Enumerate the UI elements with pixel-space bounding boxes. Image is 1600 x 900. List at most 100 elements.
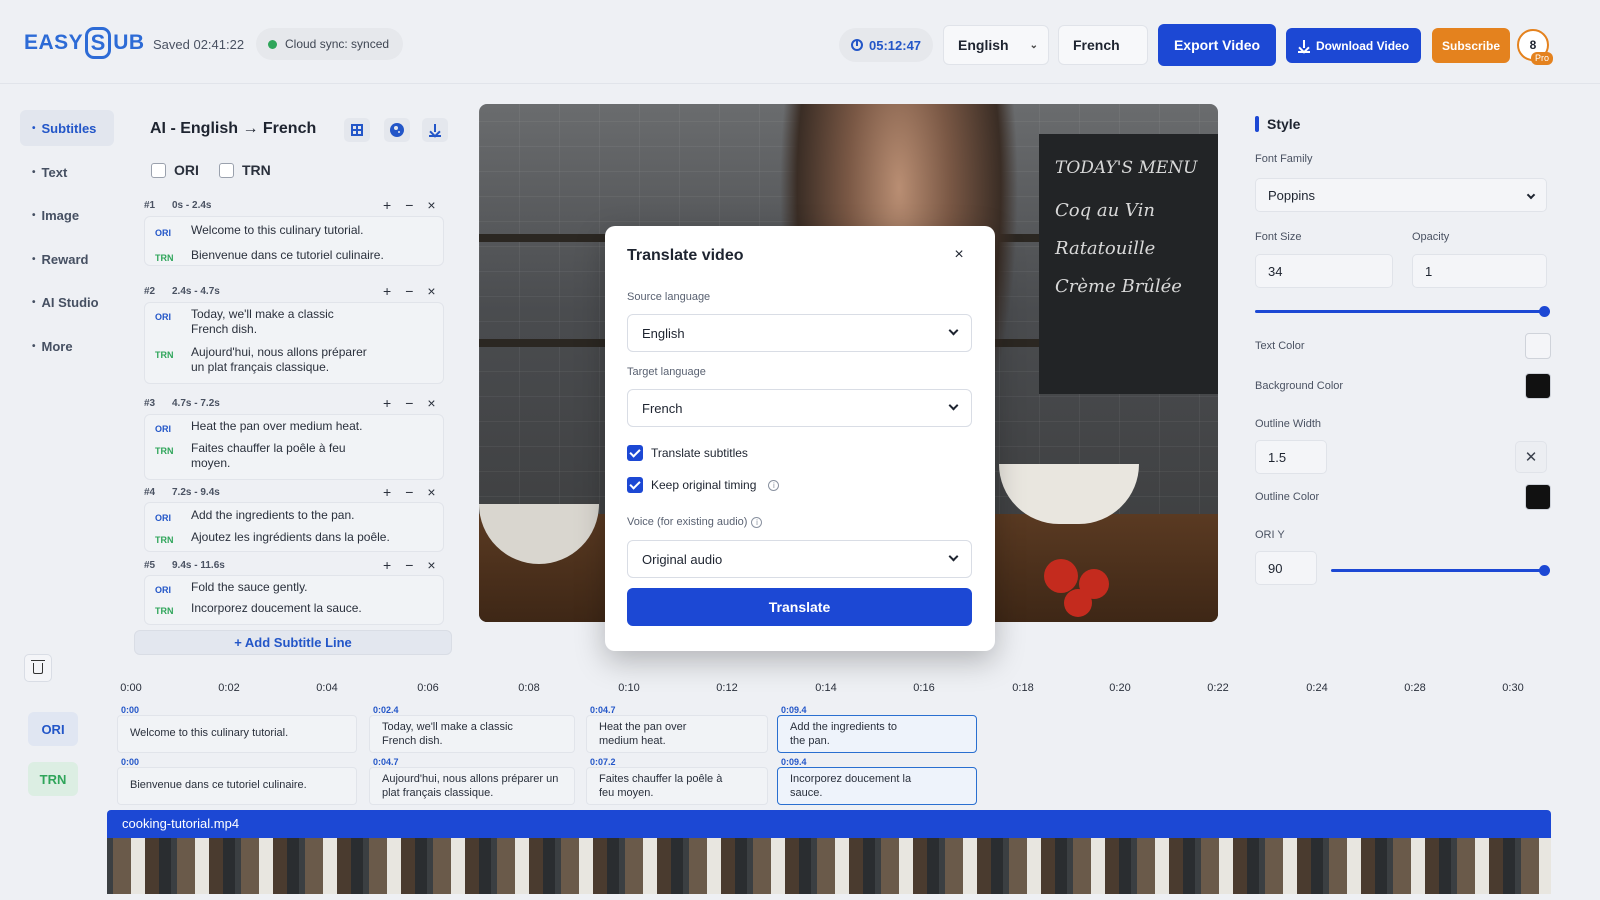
time-tick: 0:04 bbox=[316, 682, 338, 694]
add-subtitle-line-button[interactable]: + Add Subtitle Line bbox=[134, 630, 452, 655]
close-icon[interactable]: × bbox=[427, 197, 435, 213]
time-tick: 0:28 bbox=[1404, 682, 1426, 694]
ori-filter-checkbox[interactable]: ORI bbox=[151, 162, 199, 178]
plus-icon[interactable]: + bbox=[383, 283, 391, 299]
voice-dropdown[interactable]: Original audio bbox=[627, 540, 972, 578]
translate-subtitles-checkbox[interactable]: Translate subtitles bbox=[627, 445, 748, 461]
source-language-select[interactable]: English ⌄ bbox=[943, 25, 1049, 65]
download-icon bbox=[429, 124, 441, 137]
minus-icon[interactable]: − bbox=[405, 395, 413, 411]
minus-icon[interactable]: − bbox=[405, 484, 413, 500]
chevron-down-icon bbox=[948, 325, 959, 336]
plus-icon[interactable]: + bbox=[383, 395, 391, 411]
close-icon[interactable]: × bbox=[427, 484, 435, 500]
download-video-button[interactable]: Download Video bbox=[1286, 28, 1421, 63]
voice-value: Original audio bbox=[642, 551, 723, 567]
close-icon[interactable]: × bbox=[427, 283, 435, 299]
layout-button[interactable] bbox=[344, 118, 370, 142]
outline-color-label: Outline Color bbox=[1255, 491, 1320, 503]
translate-dialog: Translate video × Source language Englis… bbox=[605, 226, 995, 651]
time-tick: 0:18 bbox=[1012, 682, 1034, 694]
minus-icon[interactable]: − bbox=[405, 557, 413, 573]
video-track-header[interactable]: cooking-tutorial.mp4 bbox=[107, 810, 1551, 838]
style-panel-title: Style bbox=[1255, 116, 1300, 132]
export-video-button[interactable]: Export Video bbox=[1158, 24, 1276, 66]
entry-number: #1 bbox=[144, 200, 156, 211]
outline-width-input[interactable]: 1.5 bbox=[1255, 440, 1327, 474]
keep-timing-checkbox[interactable]: Keep original timing i bbox=[627, 477, 780, 493]
ori-track-label[interactable]: ORI bbox=[28, 712, 78, 746]
list-item[interactable]: ORI Heat the pan over medium heat. TRN Fai… bbox=[144, 414, 444, 480]
delete-button[interactable] bbox=[24, 654, 52, 682]
opacity-slider-handle[interactable] bbox=[1539, 306, 1550, 317]
source-language-dropdown[interactable]: English bbox=[627, 314, 972, 352]
nav-item-ai-studio[interactable]: • AI Studio bbox=[20, 284, 114, 320]
trn-track-label[interactable]: TRN bbox=[28, 762, 78, 796]
ori-y-slider-track[interactable] bbox=[1331, 569, 1545, 572]
ori-tag: ORI bbox=[155, 585, 172, 595]
trn-filter-checkbox[interactable]: TRN bbox=[219, 162, 271, 178]
video-filmstrip[interactable] bbox=[107, 838, 1551, 894]
trn-clip[interactable]: Faites chauffer la poêle à feu moyen. bbox=[586, 767, 768, 805]
font-family-select[interactable]: Poppins bbox=[1255, 178, 1547, 212]
background-color-swatch[interactable] bbox=[1525, 373, 1551, 399]
ori-y-input[interactable]: 90 bbox=[1255, 551, 1317, 585]
subscribe-button[interactable]: Subscribe bbox=[1432, 28, 1510, 63]
list-item[interactable]: ORI Fold the sauce gently. TRN Incorporez … bbox=[144, 575, 444, 625]
outline-color-swatch[interactable] bbox=[1525, 484, 1551, 510]
bullet-icon: • bbox=[32, 340, 36, 352]
nav-label: Subtitles bbox=[41, 120, 97, 136]
ori-clip[interactable]: Today, we'll make a classic French dish. bbox=[369, 715, 575, 753]
ori-clip[interactable]: Welcome to this culinary tutorial. bbox=[117, 715, 357, 753]
trn-text: Aujourd'hui, nous allons préparer un pla… bbox=[191, 345, 367, 374]
logo-text-right: UB bbox=[113, 31, 145, 54]
target-language-dropdown[interactable]: French bbox=[627, 389, 972, 427]
nav-item-image[interactable]: • Image bbox=[20, 197, 114, 233]
opacity-input[interactable]: 1 bbox=[1412, 254, 1547, 288]
translate-button[interactable]: Translate bbox=[627, 588, 972, 626]
clip-time: 0:04.7 bbox=[590, 705, 616, 715]
ori-tag: ORI bbox=[155, 424, 172, 434]
ori-text: Add the ingredients to the pan. bbox=[191, 508, 355, 522]
video-tomato bbox=[1064, 589, 1092, 617]
info-icon[interactable]: i bbox=[768, 479, 780, 491]
style-button[interactable] bbox=[384, 118, 410, 142]
trn-clip-selected[interactable]: Incorporez doucement la sauce. bbox=[777, 767, 977, 805]
cloud-sync-status: Cloud sync: synced bbox=[256, 28, 404, 60]
plus-icon[interactable]: + bbox=[383, 557, 391, 573]
text-color-label: Text Color bbox=[1255, 340, 1305, 352]
clock-icon bbox=[851, 39, 863, 51]
ori-y-slider-handle[interactable] bbox=[1539, 565, 1550, 576]
info-icon[interactable]: i bbox=[751, 516, 763, 528]
grid-icon bbox=[351, 124, 363, 136]
nav-item-text[interactable]: • Text bbox=[20, 154, 114, 190]
plus-icon[interactable]: + bbox=[383, 197, 391, 213]
nav-item-subtitles[interactable]: • Subtitles bbox=[20, 110, 114, 146]
trn-clip[interactable]: Bienvenue dans ce tutoriel culinaire. bbox=[117, 767, 357, 805]
nav-item-reward[interactable]: • Reward bbox=[20, 241, 114, 277]
ori-clip[interactable]: Heat the pan over medium heat. bbox=[586, 715, 768, 753]
plus-icon[interactable]: + bbox=[383, 484, 391, 500]
list-item[interactable]: ORI Add the ingredients to the pan. TRN Aj… bbox=[144, 502, 444, 552]
entry-controls: + − × bbox=[383, 197, 436, 213]
close-icon[interactable]: × bbox=[427, 557, 435, 573]
close-icon[interactable]: × bbox=[950, 246, 968, 264]
trn-clip[interactable]: Aujourd'hui, nous allons préparer un pla… bbox=[369, 767, 575, 805]
ori-clip-selected[interactable]: Add the ingredients to the pan. bbox=[777, 715, 977, 753]
clip-text: Heat the pan over medium heat. bbox=[599, 721, 687, 747]
minus-icon[interactable]: − bbox=[405, 283, 413, 299]
download-subtitles-button[interactable] bbox=[422, 118, 448, 142]
text-color-swatch[interactable] bbox=[1525, 333, 1551, 359]
target-language-select[interactable]: French bbox=[1058, 25, 1148, 65]
opacity-slider-track[interactable] bbox=[1255, 310, 1545, 313]
chevron-down-icon bbox=[1526, 190, 1536, 200]
checkbox-icon bbox=[219, 162, 234, 178]
list-item[interactable]: ORI Welcome to this culinary tutorial. TR… bbox=[144, 216, 444, 266]
close-icon[interactable]: ✕ bbox=[1515, 441, 1547, 473]
logo[interactable]: EASY S UB bbox=[24, 27, 145, 59]
nav-item-more[interactable]: • More bbox=[20, 328, 114, 364]
font-size-input[interactable]: 34 bbox=[1255, 254, 1393, 288]
list-item[interactable]: ORI Today, we'll make a classic French di… bbox=[144, 302, 444, 384]
close-icon[interactable]: × bbox=[427, 395, 435, 411]
minus-icon[interactable]: − bbox=[405, 197, 413, 213]
